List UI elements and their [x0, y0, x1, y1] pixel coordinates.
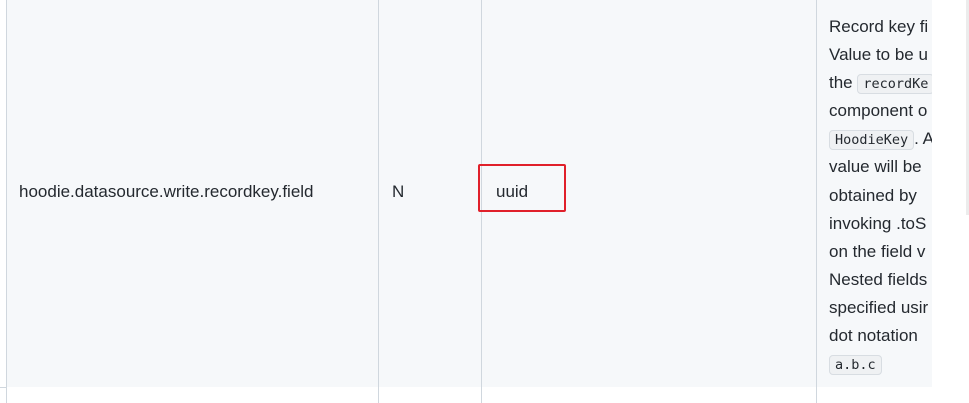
inline-code: recordKe: [857, 74, 935, 95]
next-row-cell: [6, 387, 379, 403]
next-row-cell: [816, 387, 932, 403]
docs-table-viewport: hoodie.datasource.write.recordkey.field …: [0, 0, 969, 403]
required-value: N: [392, 182, 405, 201]
parameter-cell: hoodie.datasource.write.recordkey.field: [6, 0, 379, 387]
annotation-highlight-box: [478, 164, 566, 212]
inline-code: a.b.c: [829, 355, 882, 376]
parameter-name: hoodie.datasource.write.recordkey.field: [19, 182, 314, 201]
next-row-cell: [378, 387, 482, 403]
inline-code: HoodieKey: [829, 130, 915, 151]
description-cell: Record key fi Value to be u the recordKe…: [816, 0, 935, 387]
next-row-cell: [481, 387, 817, 403]
config-table: hoodie.datasource.write.recordkey.field …: [0, 0, 935, 403]
required-cell: N: [378, 0, 482, 387]
right-gutter: [932, 0, 969, 403]
